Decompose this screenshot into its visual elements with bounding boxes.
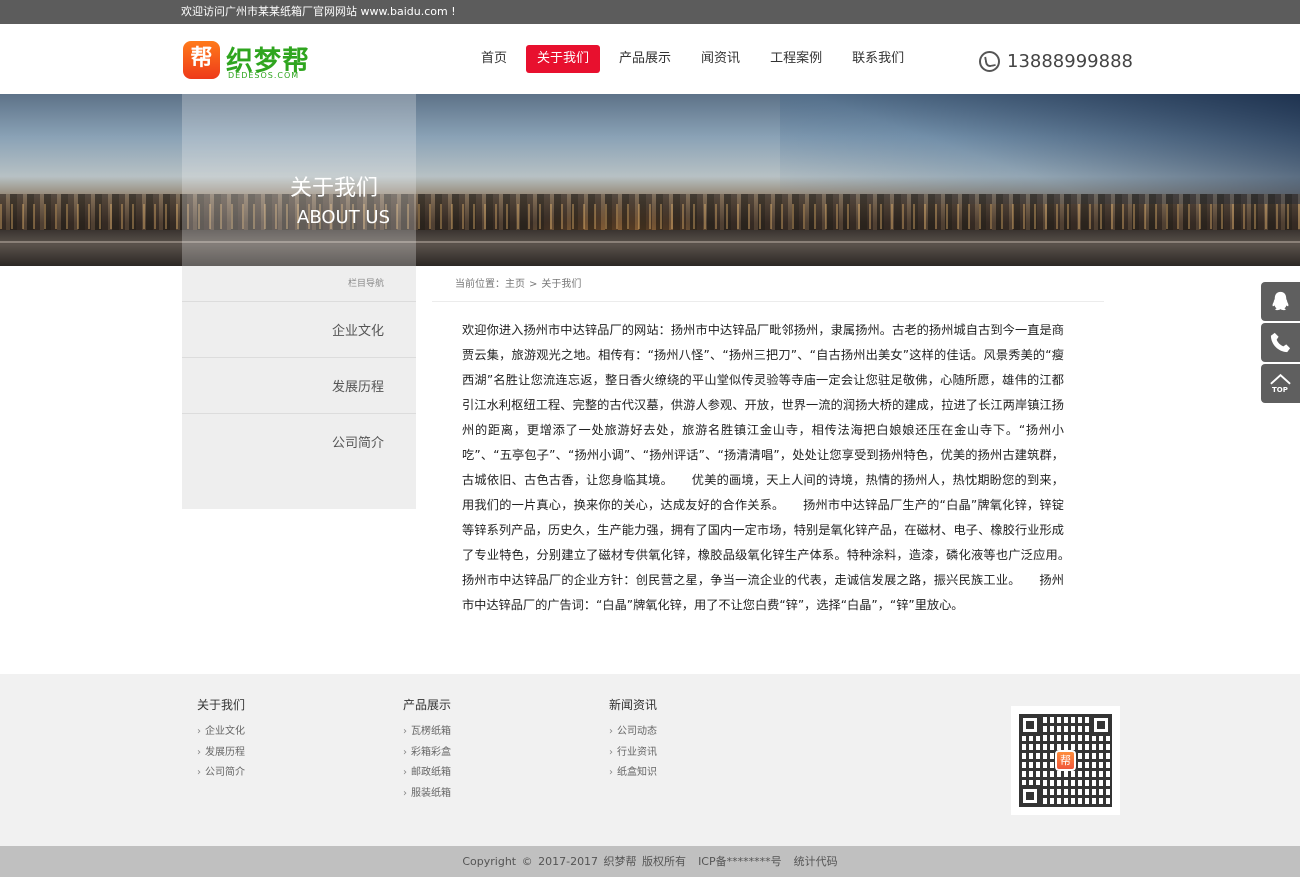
qr-logo-icon: 帮 (1055, 750, 1076, 771)
phone-contact: 13888999888 (979, 48, 1133, 74)
footer-link[interactable]: 纸盒知识 (609, 763, 657, 784)
qq-chat-button[interactable] (1261, 282, 1300, 321)
back-to-top-label: TOP (1272, 386, 1288, 394)
footer-col-about: 关于我们 企业文化 发展历程 公司简介 (197, 696, 245, 784)
breadcrumb-current[interactable]: 关于我们 (541, 279, 581, 290)
site-header: 帮 织梦帮 DEDESOS.COM 首页 关于我们 产品展示 闻资讯 工程案例 … (0, 24, 1300, 94)
site-footer: 关于我们 企业文化 发展历程 公司简介 产品展示 瓦楞纸箱 彩箱彩盒 邮政纸箱 … (0, 674, 1300, 846)
top-welcome-bar: 欢迎访问广州市某某纸箱厂官网网站 www.baidu.com ! (0, 0, 1300, 24)
arrow-up-icon (1270, 373, 1291, 385)
page-banner: 关于我们 ABOUT US (0, 94, 1300, 266)
banner-subtitle: ABOUT US (297, 207, 391, 228)
footer-col-products: 产品展示 瓦楞纸箱 彩箱彩盒 邮政纸箱 服装纸箱 (403, 696, 451, 804)
sidebar-item-culture[interactable]: 企业文化 (182, 302, 416, 358)
logo-subtext: DEDESOS.COM (228, 71, 300, 80)
footer-link[interactable]: 服装纸箱 (403, 784, 451, 805)
footer-link[interactable]: 邮政纸箱 (403, 763, 451, 784)
copyright-bar: Copyright © 2017-2017 织梦帮 版权所有 ICP备******… (0, 846, 1300, 877)
site-logo[interactable]: 帮 织梦帮 DEDESOS.COM (183, 41, 313, 81)
footer-link[interactable]: 彩箱彩盒 (403, 743, 451, 764)
nav-cases[interactable]: 工程案例 (759, 45, 833, 73)
qr-finder (1019, 714, 1041, 736)
footer-link[interactable]: 行业资讯 (609, 743, 657, 764)
footer-link[interactable]: 瓦楞纸箱 (403, 722, 451, 743)
main-nav: 首页 关于我们 产品展示 闻资讯 工程案例 联系我们 (470, 45, 923, 73)
nav-contact[interactable]: 联系我们 (841, 45, 915, 73)
qq-icon (1272, 291, 1289, 311)
phone-call-button[interactable] (1261, 323, 1300, 362)
icp-number[interactable]: ICP备********号 (698, 855, 782, 868)
welcome-text: 欢迎访问广州市某某纸箱厂官网网站 www.baidu.com ! (181, 5, 456, 18)
sidebar-item-history[interactable]: 发展历程 (182, 358, 416, 414)
nav-about[interactable]: 关于我们 (526, 45, 601, 73)
footer-link[interactable]: 发展历程 (197, 743, 245, 764)
footer-link[interactable]: 企业文化 (197, 722, 245, 743)
sidebar-nav: 栏目导航 企业文化 发展历程 公司简介 (182, 266, 416, 509)
banner-sky (780, 94, 1300, 204)
logo-badge-icon: 帮 (183, 41, 220, 79)
call-icon (1270, 332, 1291, 353)
breadcrumb-home[interactable]: 主页 (505, 279, 525, 290)
footer-link[interactable]: 公司动态 (609, 722, 657, 743)
footer-col-title: 关于我们 (197, 698, 246, 712)
banner-title: 关于我们 (290, 176, 379, 201)
nav-news[interactable]: 闻资讯 (690, 45, 751, 73)
phone-number: 13888999888 (1007, 50, 1133, 72)
qr-finder (1090, 714, 1112, 736)
phone-icon (979, 50, 1000, 72)
sidebar-heading: 栏目导航 (182, 266, 416, 302)
nav-products[interactable]: 产品展示 (608, 45, 682, 73)
nav-home[interactable]: 首页 (470, 45, 518, 73)
breadcrumb-prefix: 当前位置： (455, 279, 505, 290)
breadcrumb-separator: > (529, 279, 538, 290)
footer-col-news: 新闻资讯 公司动态 行业资讯 纸盒知识 (609, 696, 657, 784)
qr-code-pattern: 帮 (1019, 714, 1112, 807)
breadcrumb: 当前位置：主页 > 关于我们 (432, 266, 1104, 302)
footer-col-title: 新闻资讯 (609, 698, 658, 712)
qr-code: 帮 (1011, 706, 1120, 815)
footer-link[interactable]: 公司简介 (197, 763, 245, 784)
copyright-text: Copyright © 2017-2017 织梦帮 版权所有 (462, 855, 687, 868)
stats-code[interactable]: 统计代码 (794, 855, 838, 868)
article-body: 欢迎你进入扬州市中达锌品厂的网站：扬州市中达锌品厂毗邻扬州，隶属扬州。古老的扬州… (462, 323, 1089, 612)
qr-finder (1019, 785, 1041, 807)
sidebar-item-profile[interactable]: 公司简介 (182, 414, 416, 470)
footer-col-title: 产品展示 (403, 698, 452, 712)
back-to-top-button[interactable]: TOP (1261, 364, 1300, 403)
